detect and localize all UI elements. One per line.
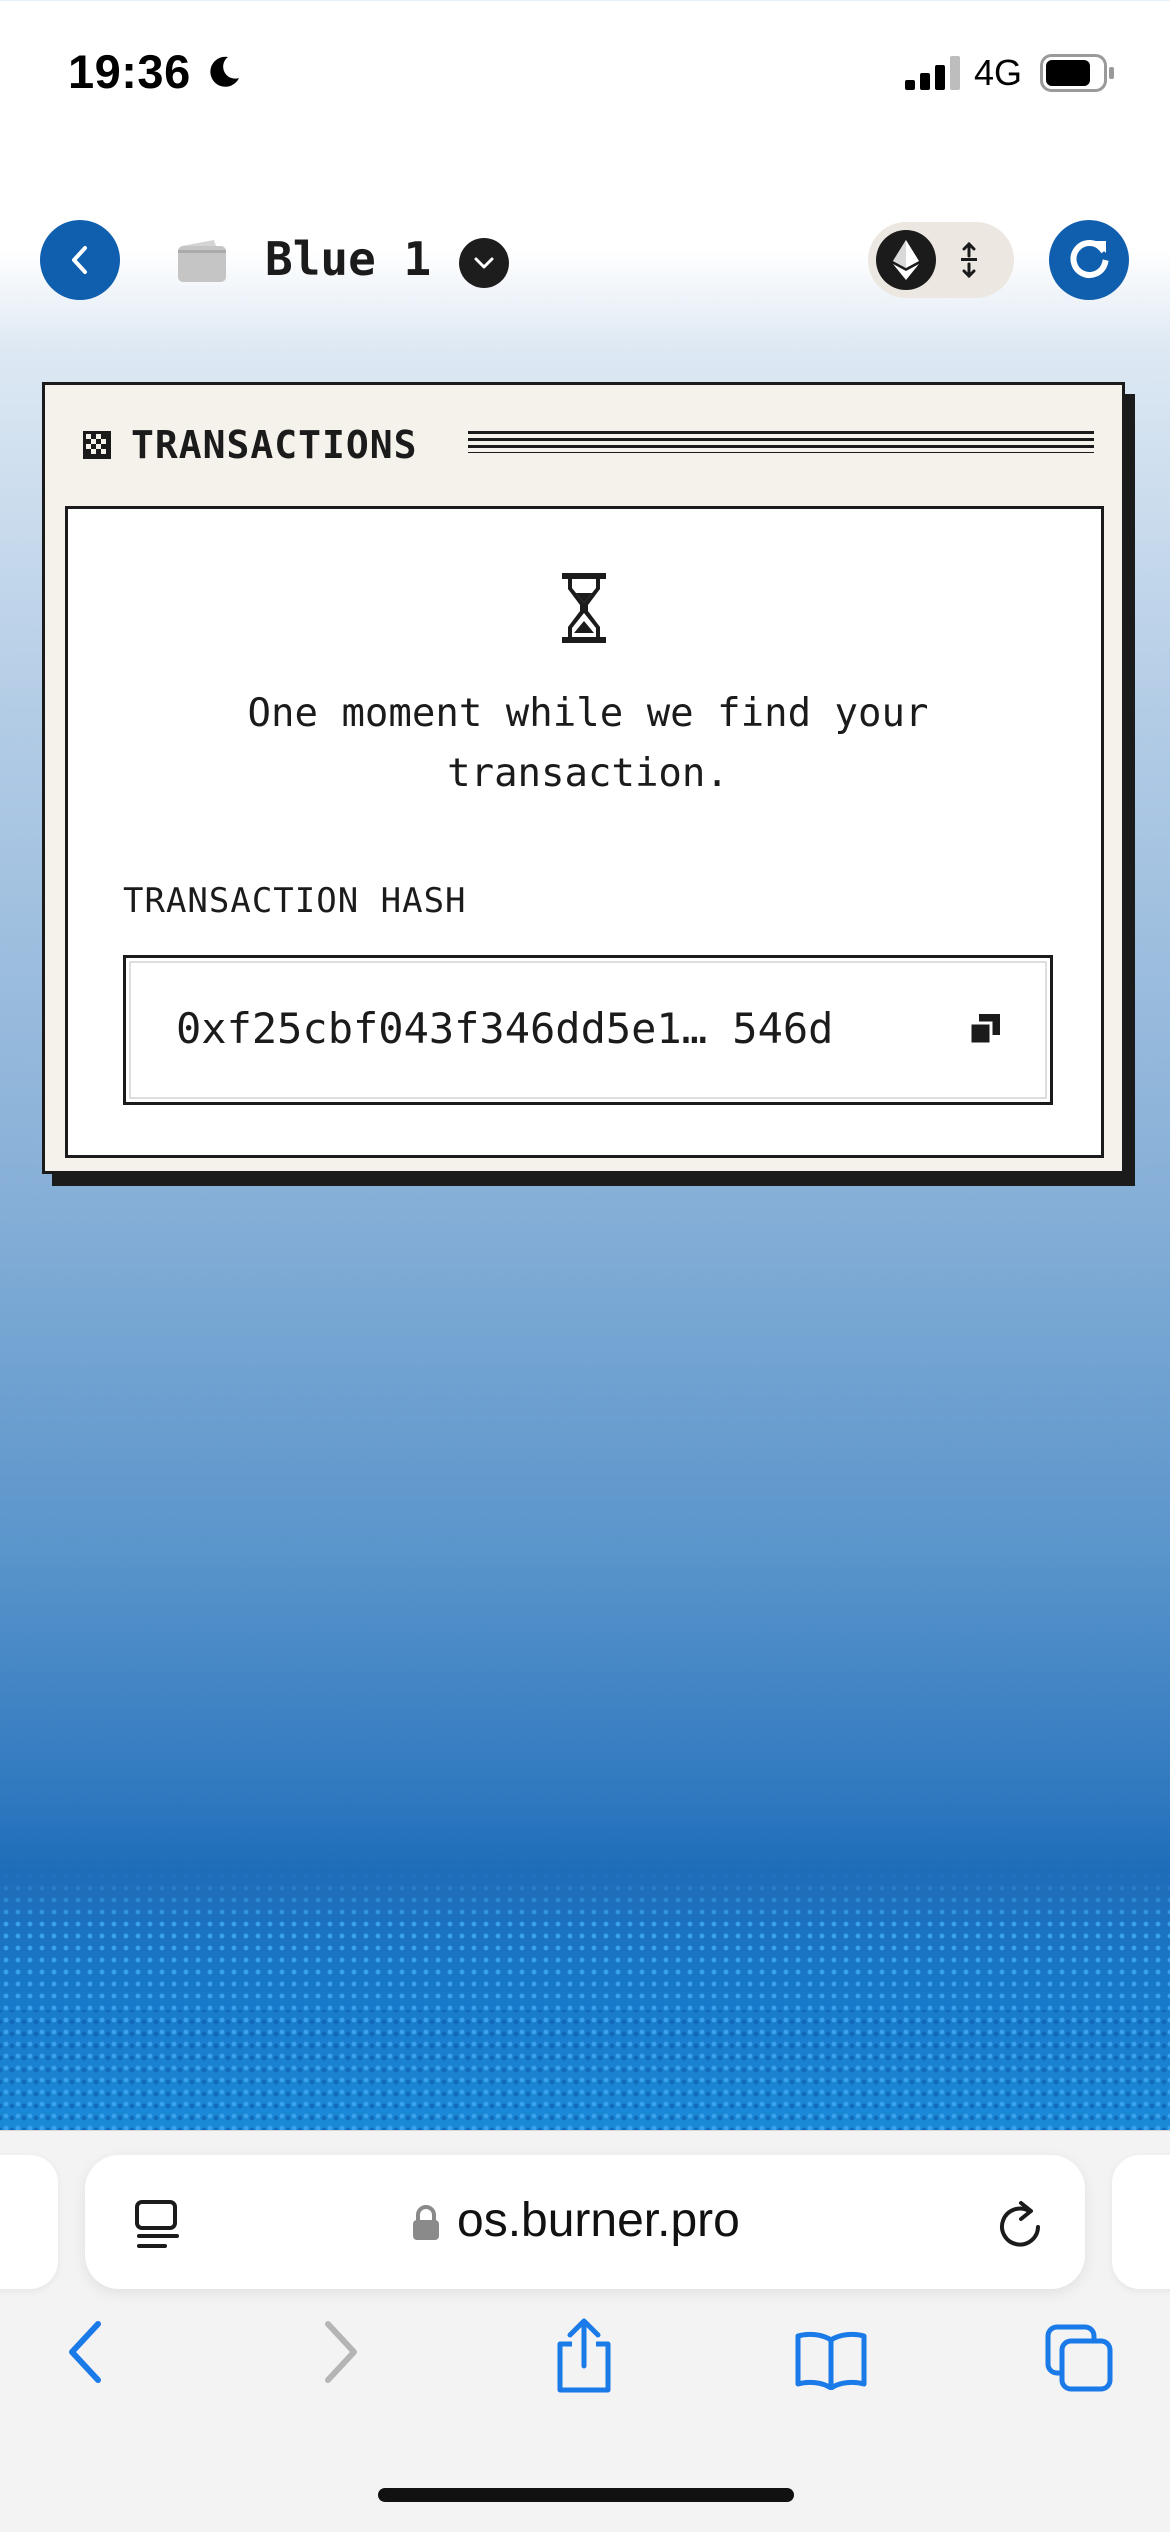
address-bar[interactable]: os.burner.pro xyxy=(85,2155,1085,2289)
loading-message: One moment while we find your transactio… xyxy=(247,691,929,796)
moon-icon xyxy=(210,56,239,87)
tabs-icon[interactable] xyxy=(1045,2324,1113,2392)
hourglass-icon xyxy=(562,573,606,643)
status-time: 19:36 xyxy=(68,45,191,98)
title-bar-lines xyxy=(468,431,1094,453)
url-text[interactable]: os.burner.pro xyxy=(457,2193,740,2248)
browser-forward-icon[interactable] xyxy=(318,2320,362,2384)
refresh-button[interactable] xyxy=(1049,220,1129,300)
reload-icon[interactable] xyxy=(995,2197,1045,2251)
network-switcher[interactable] xyxy=(868,222,1014,298)
home-indicator xyxy=(378,2488,794,2502)
status-bar: 19:36 4G xyxy=(0,0,1170,150)
transaction-hash-label: TRANSACTION HASH xyxy=(123,881,467,921)
share-icon[interactable] xyxy=(552,2318,616,2394)
transactions-window: TRANSACTIONS One moment while we find yo… xyxy=(42,382,1125,1174)
signal-bars-icon xyxy=(905,56,960,90)
back-button[interactable] xyxy=(40,220,120,300)
network-type: 4G xyxy=(974,52,1023,93)
chevron-down-icon xyxy=(474,257,494,269)
ethereum-icon xyxy=(893,240,919,280)
refresh-icon xyxy=(1070,240,1109,278)
wallet-icon xyxy=(178,240,226,282)
checkerboard-icon xyxy=(83,431,111,459)
battery-icon xyxy=(1040,54,1114,92)
next-tab-preview[interactable] xyxy=(1112,2155,1170,2289)
lock-icon xyxy=(413,2205,439,2240)
copy-icon[interactable] xyxy=(970,1014,1000,1044)
pixel-pattern-band xyxy=(0,1870,1170,2130)
chevron-left-icon xyxy=(72,246,87,274)
wallet-dropdown-button[interactable] xyxy=(459,238,509,288)
transaction-hash-value[interactable]: 0xf25cbf043f346dd5e1… 546d xyxy=(176,1004,833,1053)
window-title: TRANSACTIONS xyxy=(131,423,418,467)
bookmarks-icon[interactable] xyxy=(794,2330,868,2390)
page-menu-icon[interactable] xyxy=(133,2199,183,2251)
swap-arrows-icon xyxy=(961,242,977,278)
previous-tab-preview[interactable] xyxy=(0,2155,58,2289)
window-title-bar: TRANSACTIONS xyxy=(83,415,418,475)
ethereum-badge xyxy=(876,230,936,290)
transaction-hash-field[interactable]: 0xf25cbf043f346dd5e1… 546d xyxy=(123,955,1053,1105)
browser-back-icon[interactable] xyxy=(64,2320,108,2384)
wallet-name[interactable]: Blue 1 xyxy=(265,232,431,286)
transaction-panel: One moment while we find your transactio… xyxy=(65,506,1104,1158)
